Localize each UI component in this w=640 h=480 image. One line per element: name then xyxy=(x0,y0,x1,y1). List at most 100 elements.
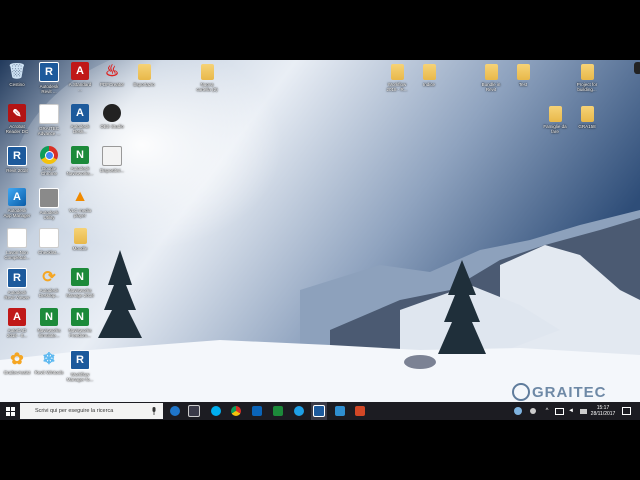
desktop-shortcut-label: Moodle xyxy=(72,246,88,251)
desktop-shortcut[interactable]: N Autodesk Navisworks... xyxy=(63,146,97,176)
right-edge-widget xyxy=(634,62,640,74)
desktop-shortcut[interactable]: Esportazio xyxy=(127,64,161,87)
desktop-shortcut-label: Navisworks Manage 2018 xyxy=(66,288,94,298)
taskbar-edge-button[interactable] xyxy=(168,402,182,420)
folder-icon xyxy=(548,106,562,122)
desktop-shortcut[interactable]: Indice xyxy=(412,64,446,87)
graitec-logo-icon xyxy=(512,383,530,401)
desktop-shortcut-label: Autodesk Revit ... xyxy=(39,84,59,94)
desktop-shortcut-label: Autodesk App Manager xyxy=(3,208,31,218)
desktop-shortcut[interactable]: Test xyxy=(506,64,540,87)
keyboard-icon[interactable] xyxy=(578,402,588,420)
outlook-icon xyxy=(252,406,262,416)
edge-icon xyxy=(170,406,180,416)
desktop-shortcut[interactable]: ▲ VLC media player xyxy=(63,188,97,218)
desktop-shortcut-label: A.Standard ... xyxy=(68,82,92,92)
desktop-shortcut[interactable]: Moodle xyxy=(63,228,97,251)
desktop-shortcut[interactable]: N Navisworks Freedom... xyxy=(63,308,97,338)
taskbar-store-button[interactable] xyxy=(187,402,201,420)
taskbar-ie-button[interactable] xyxy=(292,402,306,420)
desktop-shortcut[interactable]: N Navisworks Simulate... xyxy=(32,308,66,338)
taskbar-skype-button[interactable] xyxy=(208,402,224,420)
desktop-shortcut[interactable]: R Autodesk Revit Viewer xyxy=(0,268,34,300)
navisworks-icon xyxy=(273,406,283,416)
volume-icon[interactable]: ◄ xyxy=(566,402,576,420)
taskbar-powerpoint-button[interactable] xyxy=(352,402,368,420)
desktop-shortcut[interactable]: R Workflow Manager fo... xyxy=(63,350,97,382)
folder-icon xyxy=(200,64,214,80)
desktop-shortcut[interactable]: ✿ GraitecAssist xyxy=(0,350,34,375)
taskbar-outlook-button[interactable] xyxy=(250,402,264,420)
desktop-shortcut[interactable]: Autodesk Utility xyxy=(32,188,66,220)
desktop-shortcut[interactable]: Workflow 2018 - R... xyxy=(380,64,414,92)
tray-app-icon[interactable] xyxy=(512,402,524,420)
desktop-shortcut[interactable]: A AutoCAD 2018 - It... xyxy=(0,308,34,338)
desktop-shortcut[interactable]: A Autodesk Desk... xyxy=(63,104,97,134)
revit-icon: R xyxy=(7,268,27,288)
desktop-shortcut[interactable]: Bundle in Revit xyxy=(474,64,508,92)
taskbar-chrome-button[interactable] xyxy=(229,402,243,420)
desktop-shortcut-label: Autodesk Navisworks... xyxy=(66,166,94,176)
desktop-shortcut[interactable]: Project for building... xyxy=(570,64,604,92)
desktop-shortcut-label: Project for building... xyxy=(576,82,598,92)
desktop-shortcut-label: VLC media player xyxy=(68,208,92,218)
revit-icon: R xyxy=(39,62,59,82)
windows-icon xyxy=(5,406,15,416)
autocad-icon: A xyxy=(8,308,26,326)
desktop-shortcut[interactable]: A A.Standard ... xyxy=(63,62,97,92)
desktop-shortcut-label: Google Chrome xyxy=(40,166,57,176)
desktop-shortcut[interactable]: GRA158 xyxy=(570,106,604,129)
desktop: 🗑 Cestino R Autodesk Revit ... A A.Standard .… xyxy=(0,60,640,420)
desktop-shortcut[interactable]: N Navisworks Manage 2018 xyxy=(63,268,97,298)
network-icon[interactable] xyxy=(554,402,564,420)
autodesk-icon: A xyxy=(71,104,89,122)
search-box[interactable]: Scrivi qui per eseguire la ricerca xyxy=(20,403,163,419)
taskbar-navisworks-button[interactable] xyxy=(271,402,285,420)
microphone-icon[interactable] xyxy=(151,407,157,415)
desktop-shortcut[interactable]: R Revit 2018 xyxy=(0,146,34,173)
desktop-shortcut[interactable]: Checklist... xyxy=(32,228,66,255)
desktop-shortcut[interactable]: ❄ Revit Wintools xyxy=(32,350,66,375)
chrome-icon xyxy=(40,146,58,164)
desktop-shortcut-label: GraitecAssist xyxy=(3,370,31,375)
desktop-shortcut[interactable]: ✎ Acrobat Reader DC xyxy=(0,104,34,134)
graitec-watermark-text: GRAITEC xyxy=(532,383,607,401)
desktop-shortcut[interactable]: OBS Studio xyxy=(95,104,129,129)
desktop-shortcut-label: Esportazio xyxy=(133,82,155,87)
document-icon xyxy=(39,104,59,124)
desktop-shortcut[interactable]: R Autodesk Revit ... xyxy=(32,62,66,94)
tool-icon xyxy=(39,188,59,208)
desktop-shortcut[interactable]: GRAITEC Advance ... xyxy=(32,104,66,136)
tray-chevron-icon[interactable]: ^ xyxy=(542,402,552,420)
tray-people-icon[interactable] xyxy=(528,402,538,420)
desktop-shortcut[interactable]: ⟳ Autodesk Desktop... xyxy=(32,268,66,298)
app-icon xyxy=(335,406,345,416)
desktop-shortcut-label: Navisworks Simulate... xyxy=(37,328,61,338)
autodesk-app-icon: A xyxy=(8,188,26,206)
navisworks-icon: N xyxy=(71,146,89,164)
desktop-shortcut-label: Autodesk Desk... xyxy=(70,124,90,134)
folder-icon xyxy=(390,64,404,80)
taskbar-app-button[interactable] xyxy=(332,402,348,420)
taskbar-revit-button[interactable] xyxy=(311,402,327,420)
desktop-shortcut[interactable]: ♨ PDFCreator xyxy=(95,62,129,87)
desktop-shortcut[interactable]: Google Chrome xyxy=(32,146,66,176)
desktop-shortcut-label: OBS Studio xyxy=(100,124,124,129)
desktop-shortcut[interactable]: A Autodesk App Manager xyxy=(0,188,34,218)
mail-icon xyxy=(102,146,122,166)
desktop-shortcut[interactable]: 🗑 Cestino xyxy=(0,62,34,87)
desktop-shortcut[interactable]: Lavori Non Completati... xyxy=(0,228,34,260)
navisworks-icon: N xyxy=(40,308,58,326)
desktop-shortcut[interactable]: Dispositivi... xyxy=(95,146,129,173)
desktop-shortcut[interactable]: Famiglie da fare xyxy=(538,106,572,134)
clock[interactable]: 15:17 28/11/2017 xyxy=(590,402,616,420)
autocad-icon: A xyxy=(71,62,89,80)
notifications-icon[interactable] xyxy=(620,402,632,420)
start-button[interactable] xyxy=(0,402,20,420)
desktop-shortcut[interactable]: Nuova cartella (2) xyxy=(190,64,224,92)
obs-icon xyxy=(103,104,121,122)
revit-icon xyxy=(313,405,325,417)
vlc-icon: ▲ xyxy=(72,188,88,205)
document-icon xyxy=(39,228,59,248)
desktop-shortcut-label: Navisworks Freedom... xyxy=(68,328,92,338)
